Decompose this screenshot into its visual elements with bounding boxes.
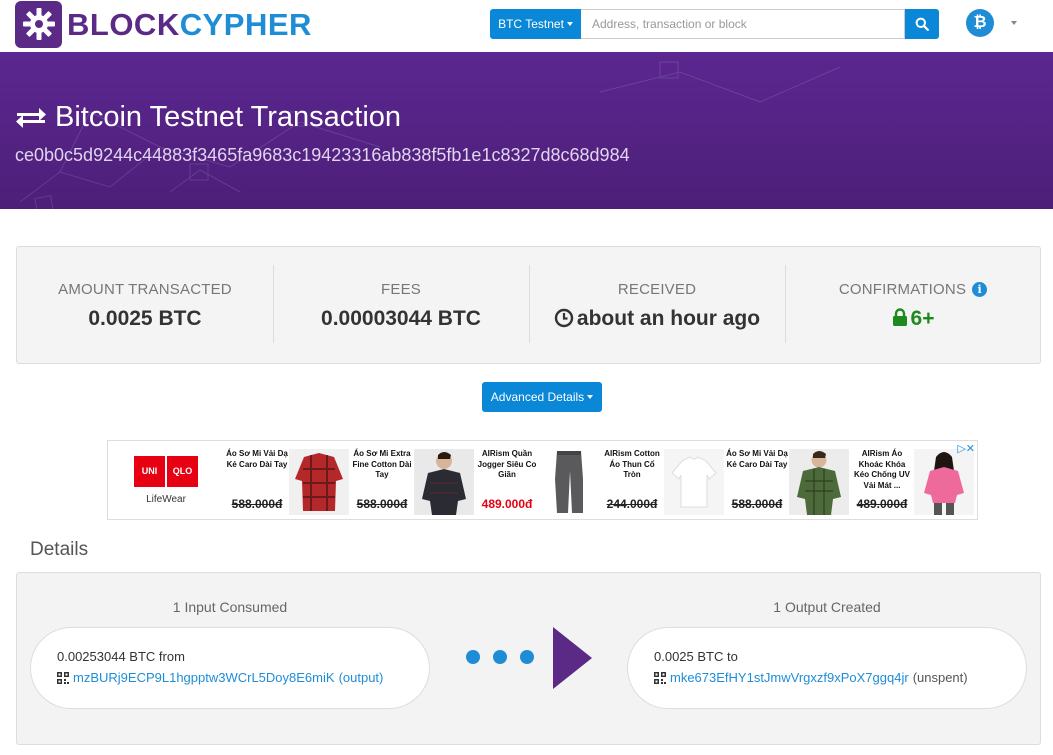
- output-card: 0.0025 BTC to mke673EfHY1stJmwVrgxzf9xPo…: [627, 627, 1027, 709]
- model-dark-shirt-image: [414, 449, 474, 515]
- search-icon: [915, 17, 929, 31]
- inputs-heading: 1 Input Consumed: [172, 599, 288, 615]
- input-address-row: mzBURj9ECP9L1hgpptw3WCrL5Doy8E6miK (outp…: [57, 670, 383, 685]
- outputs-heading: 1 Output Created: [773, 599, 881, 615]
- page-title: Bitcoin Testnet Transaction: [15, 101, 401, 134]
- flow-dot: [466, 650, 480, 664]
- logo-tagline: LifeWear: [146, 494, 186, 505]
- output-to-word: to: [727, 649, 738, 664]
- ad-product-price: 244.000đ: [606, 497, 658, 511]
- input-from-word: from: [158, 649, 185, 664]
- logo-text-cypher: CYPHER: [179, 6, 312, 42]
- ad-product-price: 489.000đ: [481, 497, 533, 511]
- white-tshirt-image: [664, 449, 724, 515]
- received-label: RECEIVED: [617, 281, 697, 298]
- logo-text-block: BLOCK: [67, 6, 180, 42]
- page-title-text: Bitcoin Testnet Transaction: [55, 101, 402, 133]
- logo-text: BLOCKCYPHER: [67, 9, 312, 40]
- logo-gear-icon: [15, 0, 62, 48]
- output-status-tag: (unspent): [912, 670, 968, 685]
- lock-icon: [892, 308, 907, 326]
- flow-dot: [493, 650, 507, 664]
- advanced-details-button[interactable]: Advanced Details: [482, 382, 602, 412]
- transaction-hash: ce0b0c5d9244c44883f3465fa9683c19423316ab…: [15, 145, 630, 165]
- logo-square-right: QLO: [167, 456, 198, 487]
- network-label: BTC Testnet: [498, 17, 564, 31]
- ad-product-name: AIRism Cotton Áo Thun Cổ Tròn: [604, 449, 660, 479]
- output-address-row: mke673EfHY1stJmwVrgxzf9xPoX7ggq4jr (unsp…: [654, 670, 968, 685]
- search-input[interactable]: [581, 9, 905, 39]
- ad-choices-close-icon[interactable]: ▷✕: [957, 442, 975, 455]
- input-amount: 0.00253044 BTC: [57, 649, 156, 664]
- flow-dot: [520, 650, 534, 664]
- bitcoin-icon[interactable]: ₿: [966, 9, 994, 37]
- logo-square-left: UNI: [134, 456, 165, 487]
- input-output-link[interactable]: (output): [339, 670, 384, 685]
- amount-value: 0.0025 BTC: [88, 307, 202, 330]
- network-dropdown-button[interactable]: BTC Testnet: [490, 9, 581, 39]
- currency-caret-down-icon[interactable]: [1011, 21, 1017, 25]
- confirmations-label: CONFIRMATIONS: [838, 281, 967, 298]
- ad-product-price: 588.000đ: [731, 497, 783, 511]
- exchange-icon: [16, 107, 46, 128]
- output-amount-row: 0.0025 BTC to: [654, 649, 738, 664]
- amount-stat: AMOUNT TRANSACTED 0.0025 BTC: [17, 265, 273, 345]
- ad-product-name: Áo Sơ Mi Vải Dạ Kẻ Caro Dài Tay: [726, 449, 788, 469]
- clock-icon: [554, 308, 574, 328]
- output-amount: 0.0025 BTC: [654, 649, 724, 664]
- qr-code-icon[interactable]: [57, 671, 69, 684]
- uniqlo-logo[interactable]: UNI QLO LifeWear: [134, 456, 198, 505]
- model-pink-jacket-image: [914, 449, 974, 515]
- info-icon[interactable]: i: [972, 282, 988, 297]
- ad-product-name: Áo Sơ Mi Extra Fine Cotton Dài Tay: [352, 449, 412, 479]
- advertisement-banner[interactable]: UNI QLO LifeWear Áo Sơ Mi Vải Dạ Kẻ Caro…: [107, 440, 978, 520]
- confirmations-value-row: 6+: [785, 307, 1041, 331]
- fees-value: 0.00003044 BTC: [321, 307, 481, 330]
- page-banner: Bitcoin Testnet Transaction ce0b0c5d9244…: [0, 52, 1053, 209]
- qr-code-icon[interactable]: [654, 671, 666, 684]
- received-stat: RECEIVED about an hour ago: [529, 265, 785, 345]
- ad-product-name: AIRism Quần Jogger Siêu Co Giãn: [477, 449, 537, 479]
- confirmations-label-row: CONFIRMATIONS i: [785, 281, 1041, 298]
- jogger-pants-image: [539, 449, 599, 515]
- output-address-link[interactable]: mke673EfHY1stJmwVrgxzf9xPoX7ggq4jr: [670, 670, 909, 685]
- details-heading: Details: [30, 539, 89, 560]
- fees-label: FEES: [381, 281, 421, 298]
- input-address-link[interactable]: mzBURj9ECP9L1hgpptw3WCrL5Doy8E6miK: [73, 670, 335, 685]
- input-card: 0.00253044 BTC from mzBURj9ECP9L1hgpptw3…: [30, 627, 430, 709]
- received-value-row: about an hour ago: [529, 307, 785, 331]
- model-green-shirt-image: [789, 449, 849, 515]
- ad-product-name: Áo Sơ Mi Vải Dạ Kẻ Caro Dài Tay: [226, 449, 288, 469]
- logo[interactable]: BLOCKCYPHER: [15, 0, 312, 48]
- ad-product-price: 489.000đ: [856, 497, 908, 511]
- caret-down-icon: [587, 395, 594, 399]
- confirmations-value: 6+: [910, 307, 935, 330]
- ad-product-price: 588.000đ: [231, 497, 283, 511]
- transaction-summary: AMOUNT TRANSACTED 0.0025 BTC FEES 0.0000…: [16, 246, 1041, 364]
- amount-label: AMOUNT TRANSACTED: [58, 281, 232, 298]
- flow-arrow-icon: [553, 627, 592, 689]
- input-amount-row: 0.00253044 BTC from: [57, 649, 185, 664]
- advanced-details-label: Advanced Details: [490, 390, 585, 404]
- navbar: BLOCKCYPHER BTC Testnet ₿: [0, 0, 1053, 52]
- ad-product-name: AIRism Áo Khoác Khóa Kéo Chống UV Vải Má…: [854, 449, 910, 490]
- search-button[interactable]: [905, 9, 939, 39]
- ad-product-price: 588.000đ: [356, 497, 408, 511]
- fees-stat: FEES 0.00003044 BTC: [273, 265, 529, 345]
- caret-down-icon: [566, 22, 573, 26]
- received-value: about an hour ago: [576, 307, 761, 330]
- confirmations-stat: CONFIRMATIONS i 6+: [785, 265, 1041, 345]
- plaid-shirt-image: [289, 449, 349, 515]
